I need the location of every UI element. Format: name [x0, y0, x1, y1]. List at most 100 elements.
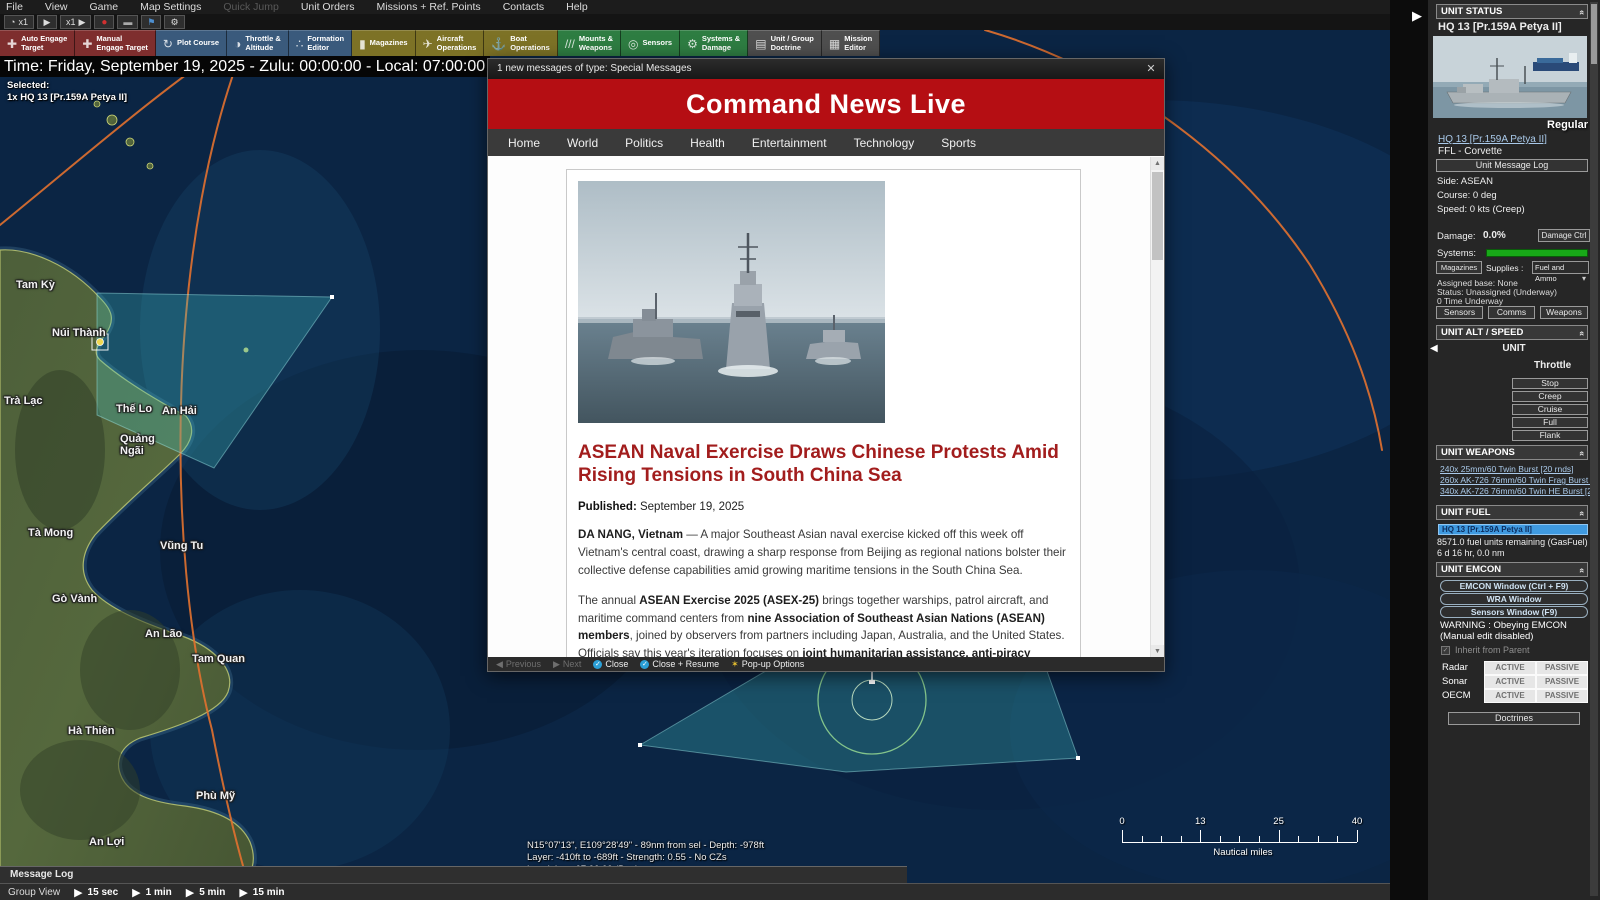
collapse-icon[interactable]: »	[1575, 451, 1588, 456]
menu-file[interactable]: File	[6, 1, 23, 13]
nav-sports[interactable]: Sports	[941, 136, 976, 150]
tab-comms[interactable]: Comms	[1488, 306, 1535, 319]
bookmark-button[interactable]: ⚑	[141, 15, 161, 29]
popup-scrollbar[interactable]: ▲ ▼	[1150, 157, 1163, 658]
damage-ctrl-button[interactable]: Damage Ctrl	[1538, 229, 1590, 242]
unit-alt-speed-header[interactable]: UNIT ALT / SPEED»	[1436, 325, 1588, 340]
oecm-active-button[interactable]: ACTIVE	[1484, 689, 1536, 703]
throttle-stop[interactable]: Stop	[1512, 378, 1588, 389]
sonar-active-button[interactable]: ACTIVE	[1484, 675, 1536, 689]
unit-fuel-header[interactable]: UNIT FUEL»	[1436, 505, 1588, 520]
unit-photo	[1433, 36, 1587, 118]
nav-world[interactable]: World	[567, 136, 598, 150]
throttle-full[interactable]: Full	[1512, 417, 1588, 428]
nav-technology[interactable]: Technology	[854, 136, 915, 150]
toolbar-sensors[interactable]: ◎Sensors	[621, 30, 680, 56]
toolbar-auto-engage-target[interactable]: ✚Auto Engage Target	[0, 30, 75, 56]
toolbar-manual-engage-target[interactable]: ✚Manual Engage Target	[75, 30, 156, 56]
toolbar-formation-editor[interactable]: ∴Formation Editor	[289, 30, 352, 56]
scroll-thumb[interactable]	[1152, 172, 1163, 260]
toolbar-plot-course[interactable]: ↻Plot Course	[156, 30, 227, 56]
toolbar-aircraft-operations[interactable]: ✈Aircraft Operations	[416, 30, 485, 56]
popup-options-button[interactable]: ✶Pop-up Options	[731, 659, 804, 670]
throttle-flank[interactable]: Flank	[1512, 430, 1588, 441]
weapon-link[interactable]: 340x AK-726 76mm/60 Twin HE Burst [2 rn	[1440, 486, 1590, 496]
nav-politics[interactable]: Politics	[625, 136, 663, 150]
toolbar-unit-group-doctrine[interactable]: ▤Unit / Group Doctrine	[748, 30, 822, 56]
menu-view[interactable]: View	[45, 1, 68, 13]
ref-point[interactable]	[638, 743, 642, 747]
popup-title-bar[interactable]: 1 new messages of type: Special Messages	[488, 59, 1164, 79]
speed-1-min[interactable]: ▶1 min	[132, 886, 172, 899]
unit-status-header[interactable]: UNIT STATUS»	[1436, 4, 1588, 19]
view-button[interactable]: ▬	[117, 15, 138, 29]
collapse-icon[interactable]: »	[1575, 511, 1588, 516]
unit-message-log-button[interactable]: Unit Message Log	[1436, 159, 1588, 172]
unit-side: Side: ASEAN	[1437, 176, 1493, 187]
menu-quick-jump[interactable]: Quick Jump	[223, 1, 278, 13]
scroll-thumb[interactable]	[1591, 4, 1597, 64]
throttle-creep[interactable]: Creep	[1512, 391, 1588, 402]
nav-home[interactable]: Home	[508, 136, 540, 150]
close-button[interactable]: ✓Close	[593, 659, 628, 669]
menu-missions-ref-points[interactable]: Missions + Ref. Points	[377, 1, 481, 13]
menu-map-settings[interactable]: Map Settings	[140, 1, 201, 13]
collapse-icon[interactable]: »	[1575, 10, 1588, 15]
tab-sensors[interactable]: Sensors	[1436, 306, 1483, 319]
close-resume-button[interactable]: ✓Close + Resume	[640, 659, 719, 669]
replay-scale-button[interactable]: x1▶	[60, 15, 91, 29]
record-button[interactable]: ●	[94, 15, 114, 29]
emcon-window-ctrl-f9-button[interactable]: EMCON Window (Ctrl + F9)	[1440, 580, 1588, 592]
unit-link[interactable]: HQ 13 [Pr.159A Petya II]	[1438, 134, 1547, 145]
scroll-up-icon[interactable]: ▲	[1151, 157, 1164, 170]
unit-emcon-header[interactable]: UNIT EMCON»	[1436, 562, 1588, 577]
sidebar-scrollbar[interactable]	[1590, 2, 1598, 896]
menu-unit-orders[interactable]: Unit Orders	[301, 1, 355, 13]
sensors-window-f9-button[interactable]: Sensors Window (F9)	[1440, 606, 1588, 618]
close-icon[interactable]: ✕	[1144, 62, 1158, 76]
toolbar-mounts-weapons[interactable]: ///Mounts & Weapons	[558, 30, 621, 56]
magazines-button[interactable]: Magazines	[1436, 261, 1482, 274]
news-content[interactable]: ASEAN Naval Exercise Draws Chinese Prote…	[488, 156, 1164, 659]
toolbar-systems-damage[interactable]: ⚙Systems & Damage	[680, 30, 748, 56]
radar-passive-button[interactable]: PASSIVE	[1536, 661, 1588, 675]
menu-contacts[interactable]: Contacts	[503, 1, 544, 13]
inherit-from-parent-checkbox[interactable]: ✓Inherit from Parent	[1441, 645, 1530, 655]
fuel-selected-row[interactable]: HQ 13 [Pr.159A Petya II]	[1438, 524, 1588, 535]
group-view-toggle[interactable]: Group View	[8, 887, 60, 898]
collapse-icon[interactable]: »	[1575, 331, 1588, 336]
speed-15-min[interactable]: ▶15 min	[239, 886, 284, 899]
sonar-passive-button[interactable]: PASSIVE	[1536, 675, 1588, 689]
unit-weapons-header[interactable]: UNIT WEAPONS»	[1436, 445, 1588, 460]
throttle-cruise[interactable]: Cruise	[1512, 404, 1588, 415]
wra-window-button[interactable]: WRA Window	[1440, 593, 1588, 605]
weapon-link[interactable]: 240x 25mm/60 Twin Burst [20 rnds]	[1440, 464, 1574, 474]
tab-weapons[interactable]: Weapons	[1540, 306, 1588, 319]
message-log-bar[interactable]: Message Log	[0, 866, 907, 883]
nav-health[interactable]: Health	[690, 136, 725, 150]
nav-entertainment[interactable]: Entertainment	[752, 136, 827, 150]
next-button[interactable]: ▶Next	[553, 659, 581, 670]
selected-unit-symbol[interactable]	[97, 339, 104, 346]
supplies-dropdown[interactable]: Fuel and Ammo▾	[1532, 261, 1589, 274]
radar-active-button[interactable]: ACTIVE	[1484, 661, 1536, 675]
toolbar-mission-editor[interactable]: ▦Mission Editor	[822, 30, 880, 56]
ref-point[interactable]	[330, 295, 334, 299]
menu-game[interactable]: Game	[90, 1, 119, 13]
speed-5-min[interactable]: ▶5 min	[186, 886, 226, 899]
collapse-icon[interactable]: »	[1575, 568, 1588, 573]
toolbar-magazines[interactable]: ▮Magazines	[352, 30, 416, 56]
play-button[interactable]: ▶	[37, 15, 57, 29]
oecm-passive-button[interactable]: PASSIVE	[1536, 689, 1588, 703]
time-scale-button[interactable]: ◔x1	[4, 15, 34, 29]
menu-help[interactable]: Help	[566, 1, 588, 13]
speed-15-sec[interactable]: ▶15 sec	[74, 886, 118, 899]
toolbar-boat-operations[interactable]: ⚓Boat Operations	[484, 30, 558, 56]
sidebar-expand-icon[interactable]: ▶	[1412, 8, 1422, 24]
toolbar-throttle-altitude[interactable]: ◑Throttle & Altitude	[227, 30, 289, 56]
weapon-link[interactable]: 260x AK-726 76mm/60 Twin Frag Burst [2 r	[1440, 475, 1590, 485]
doctrines-button[interactable]: Doctrines	[1448, 712, 1580, 725]
previous-button[interactable]: ◀Previous	[496, 659, 541, 670]
ref-point[interactable]	[1076, 756, 1080, 760]
settings-button[interactable]: ⚙	[164, 15, 184, 29]
